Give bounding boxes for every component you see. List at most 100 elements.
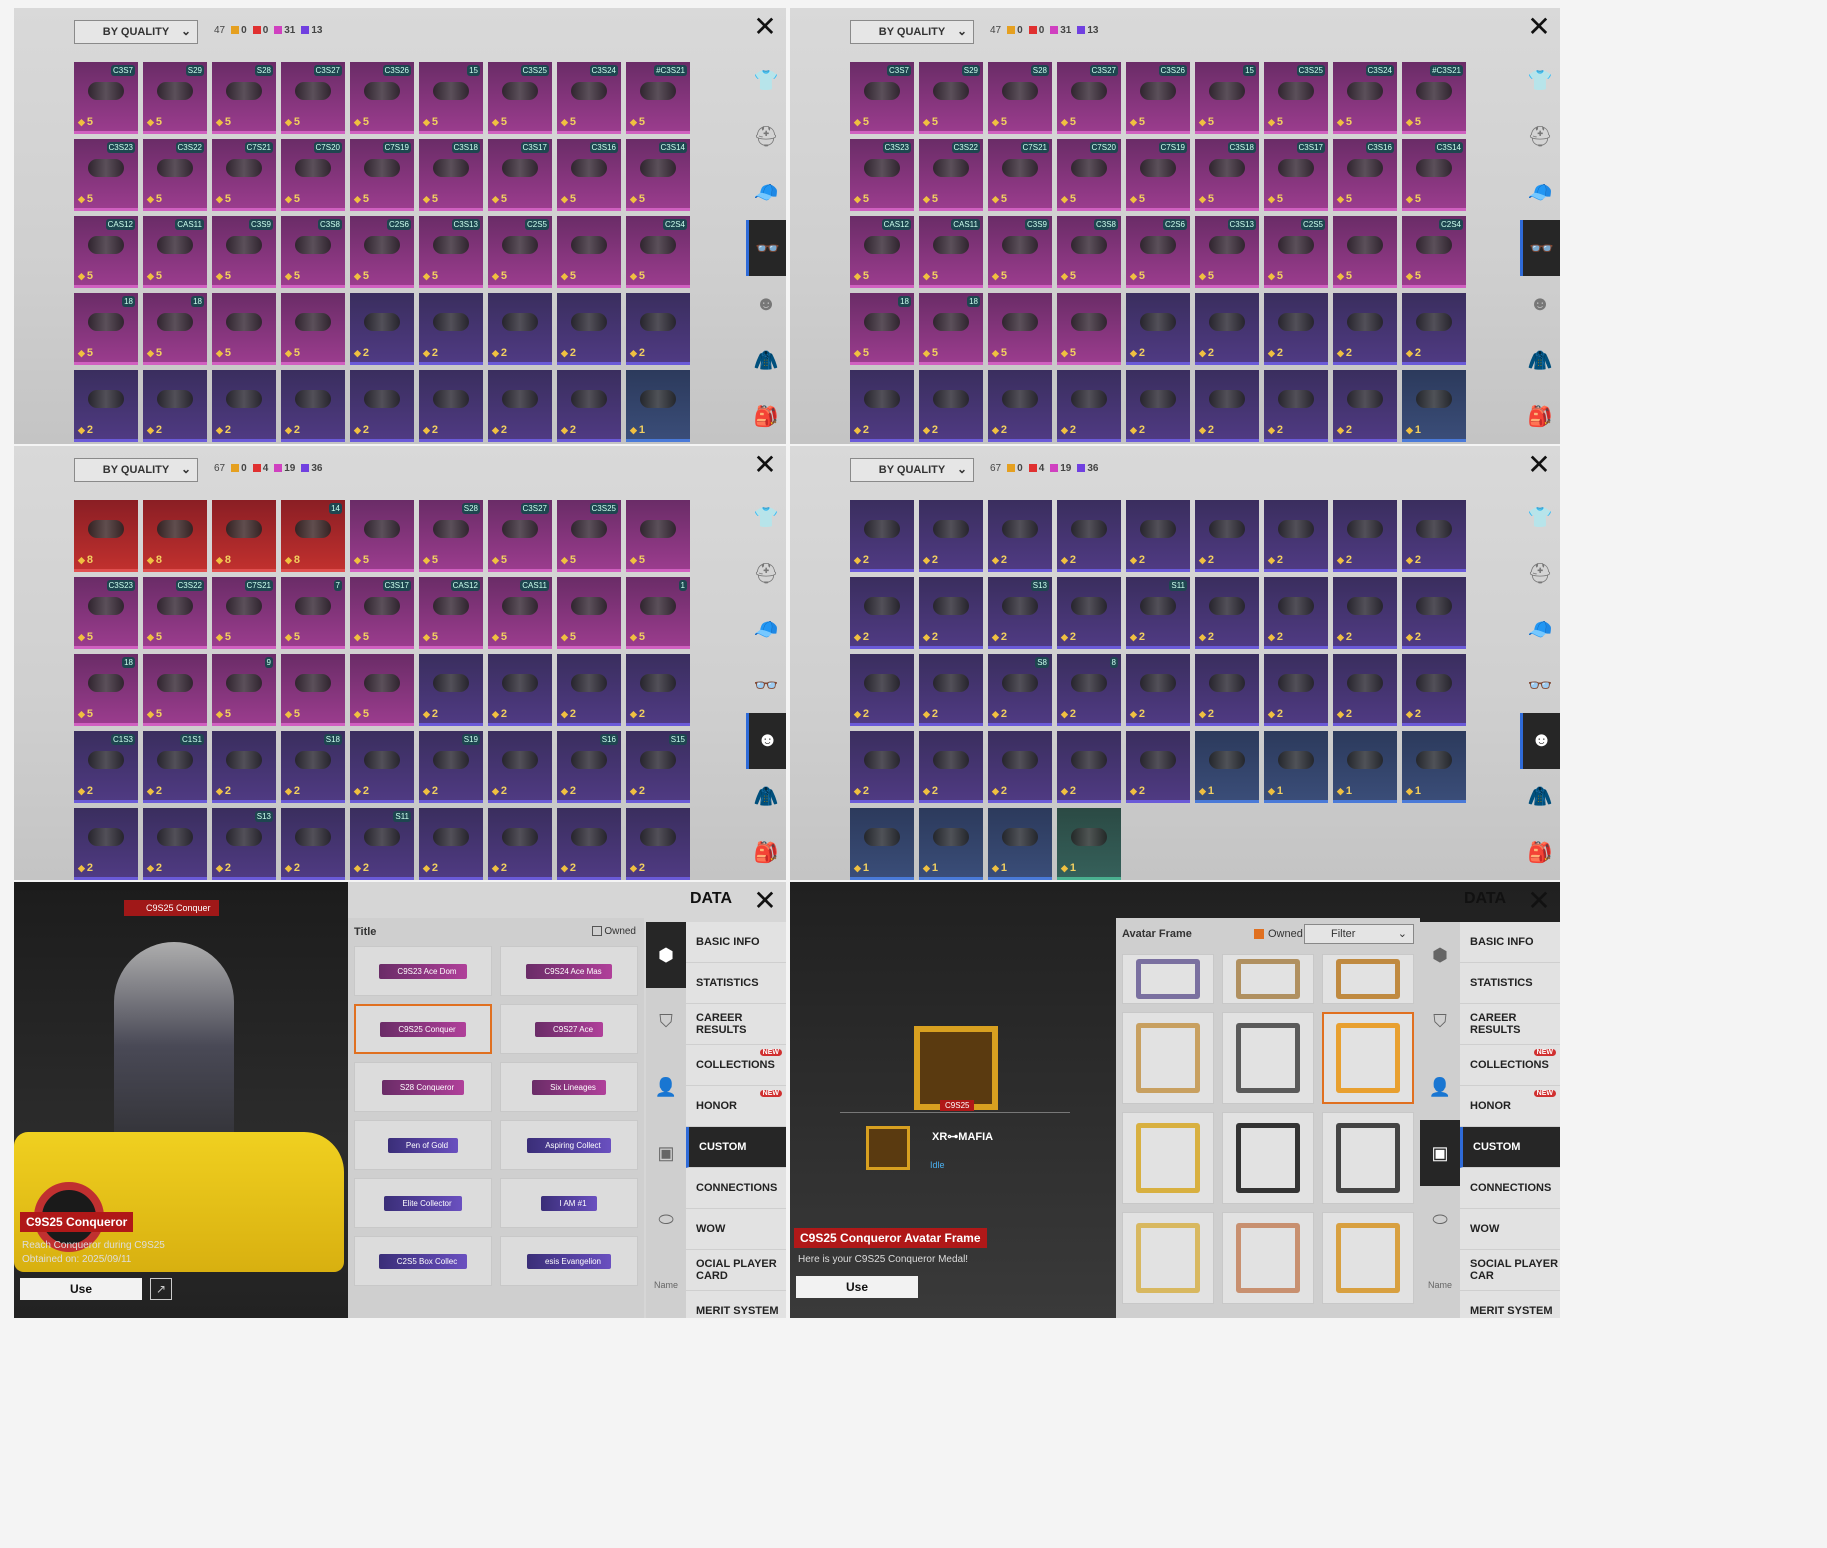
shield-tab-icon[interactable]: ⛉ <box>1420 988 1460 1054</box>
frame-option[interactable] <box>1322 1012 1414 1104</box>
menu-item[interactable]: STATISTICS <box>686 963 786 1004</box>
item-tile[interactable]: C3S16 5 <box>1333 139 1397 211</box>
item-tile[interactable]: 2 <box>1057 370 1121 442</box>
item-tile[interactable]: 2 <box>1402 654 1466 726</box>
item-tile[interactable]: C3S24 5 <box>1333 62 1397 134</box>
eyewear-category-icon[interactable]: 👓 <box>746 220 786 276</box>
item-tile[interactable]: 8 <box>74 500 138 572</box>
outfit-category-icon[interactable]: 👕 <box>746 490 786 546</box>
item-tile[interactable]: 2 <box>557 808 621 880</box>
backpack-category-icon[interactable]: 🎒 <box>1520 824 1560 880</box>
item-tile[interactable]: 2 <box>1195 654 1259 726</box>
item-tile[interactable]: 75 <box>281 577 345 649</box>
frame-option[interactable] <box>1122 954 1214 1004</box>
item-tile[interactable]: 2 <box>1126 500 1190 572</box>
menu-item[interactable]: HONOR NEW <box>1460 1086 1560 1127</box>
item-tile[interactable]: CAS11 5 <box>143 216 207 288</box>
menu-item[interactable]: STATISTICS <box>1460 963 1560 1004</box>
item-tile[interactable]: 2 <box>1333 370 1397 442</box>
item-tile[interactable]: 5 <box>350 654 414 726</box>
owned-filter[interactable]: Owned <box>1254 928 1303 940</box>
item-tile[interactable]: 5 <box>212 293 276 365</box>
title-option[interactable]: I AM #1 <box>500 1178 638 1228</box>
item-tile[interactable]: C3S9 5 <box>212 216 276 288</box>
mask-category-icon[interactable]: ☻ <box>746 712 786 769</box>
item-tile[interactable]: C3S25 5 <box>1264 62 1328 134</box>
share-icon[interactable]: ↗ <box>150 1278 172 1300</box>
frame-option[interactable] <box>1322 1212 1414 1304</box>
item-tile[interactable]: 2 <box>1402 500 1466 572</box>
backpack-category-icon[interactable]: 🎒 <box>746 388 786 444</box>
title-option[interactable]: Elite Collector <box>354 1178 492 1228</box>
menu-item[interactable]: CONNECTIONS <box>686 1168 786 1209</box>
item-tile[interactable]: C3S26 5 <box>350 62 414 134</box>
sort-dropdown[interactable]: BY QUALITY ⌄ <box>74 20 198 44</box>
close-icon[interactable]: ✕ <box>1526 887 1552 915</box>
item-tile[interactable]: C2S5 5 <box>1264 216 1328 288</box>
item-tile[interactable]: S16 2 <box>557 731 621 803</box>
item-tile[interactable]: C3S22 5 <box>143 577 207 649</box>
item-tile[interactable]: C3S7 5 <box>74 62 138 134</box>
avatar-tab-icon[interactable]: 👤 <box>1420 1054 1460 1120</box>
item-tile[interactable]: 2 <box>488 654 552 726</box>
title-option[interactable]: C9S25 Conquer <box>354 1004 492 1054</box>
menu-item[interactable]: CAREER RESULTS <box>1460 1004 1560 1045</box>
filter-dropdown[interactable]: Filter ⌄ <box>1304 924 1414 944</box>
item-tile[interactable]: 18 5 <box>850 293 914 365</box>
item-tile[interactable]: CAS11 5 <box>919 216 983 288</box>
item-tile[interactable]: 2 <box>557 370 621 442</box>
item-tile[interactable]: CAS12 5 <box>74 216 138 288</box>
outfit-category-icon[interactable]: 👕 <box>746 52 786 108</box>
jacket-category-icon[interactable]: 🧥 <box>1520 769 1560 825</box>
item-tile[interactable]: C2S4 5 <box>626 216 690 288</box>
hat-category-icon[interactable]: 🧢 <box>746 164 786 220</box>
item-tile[interactable]: #C3S21 5 <box>626 62 690 134</box>
menu-item[interactable]: WOW <box>1460 1209 1560 1250</box>
item-tile[interactable]: C3S27 5 <box>488 500 552 572</box>
close-icon[interactable]: ✕ <box>1526 13 1552 41</box>
item-tile[interactable]: 2 <box>419 293 483 365</box>
item-tile[interactable]: S29 5 <box>143 62 207 134</box>
item-tile[interactable]: 2 <box>212 731 276 803</box>
item-tile[interactable]: 5 <box>1333 216 1397 288</box>
owned-checkbox[interactable] <box>1254 929 1264 940</box>
item-tile[interactable]: 2 <box>919 500 983 572</box>
close-icon[interactable]: ✕ <box>1526 451 1552 479</box>
item-tile[interactable]: 2 <box>419 370 483 442</box>
item-tile[interactable]: #C3S21 5 <box>1402 62 1466 134</box>
item-tile[interactable]: C3S23 5 <box>74 577 138 649</box>
menu-item[interactable]: HONOR NEW <box>686 1086 786 1127</box>
item-tile[interactable]: CAS12 5 <box>419 577 483 649</box>
item-tile[interactable]: 2 <box>1402 293 1466 365</box>
item-tile[interactable]: S13 2 <box>988 577 1052 649</box>
item-tile[interactable]: 2 <box>1264 370 1328 442</box>
item-tile[interactable]: 1 <box>988 808 1052 880</box>
item-tile[interactable]: C3S23 5 <box>74 139 138 211</box>
menu-item[interactable]: MERIT SYSTEM <box>1460 1291 1560 1318</box>
item-tile[interactable]: 15 5 <box>1195 62 1259 134</box>
item-tile[interactable]: 2 <box>988 731 1052 803</box>
item-tile[interactable]: 2 <box>919 731 983 803</box>
item-tile[interactable]: 2 <box>281 370 345 442</box>
item-tile[interactable]: 18 5 <box>74 293 138 365</box>
frame-option[interactable] <box>1122 1012 1214 1104</box>
helmet-category-icon[interactable]: ⛑ <box>746 546 786 602</box>
menu-item[interactable]: CUSTOM <box>1460 1127 1560 1168</box>
jacket-category-icon[interactable]: 🧥 <box>746 332 786 388</box>
item-tile[interactable]: C2S6 5 <box>350 216 414 288</box>
item-tile[interactable]: C3S25 5 <box>557 500 621 572</box>
item-tile[interactable]: 2 <box>1333 654 1397 726</box>
item-tile[interactable]: 2 <box>488 370 552 442</box>
title-option[interactable]: C9S27 Ace <box>500 1004 638 1054</box>
frame-tab-icon[interactable]: ▣ <box>646 1120 686 1186</box>
title-option[interactable]: C2S5 Box Collec <box>354 1236 492 1286</box>
title-option[interactable]: Aspiring Collect <box>500 1120 638 1170</box>
item-tile[interactable]: S29 5 <box>919 62 983 134</box>
hat-category-icon[interactable]: 🧢 <box>746 601 786 657</box>
sort-dropdown[interactable]: BY QUALITY ⌄ <box>74 458 198 482</box>
item-tile[interactable]: S28 5 <box>212 62 276 134</box>
item-tile[interactable]: 2 <box>1333 577 1397 649</box>
mask-category-icon[interactable]: ☻ <box>746 276 786 332</box>
item-tile[interactable]: S13 2 <box>212 808 276 880</box>
item-tile[interactable]: C3S25 5 <box>488 62 552 134</box>
